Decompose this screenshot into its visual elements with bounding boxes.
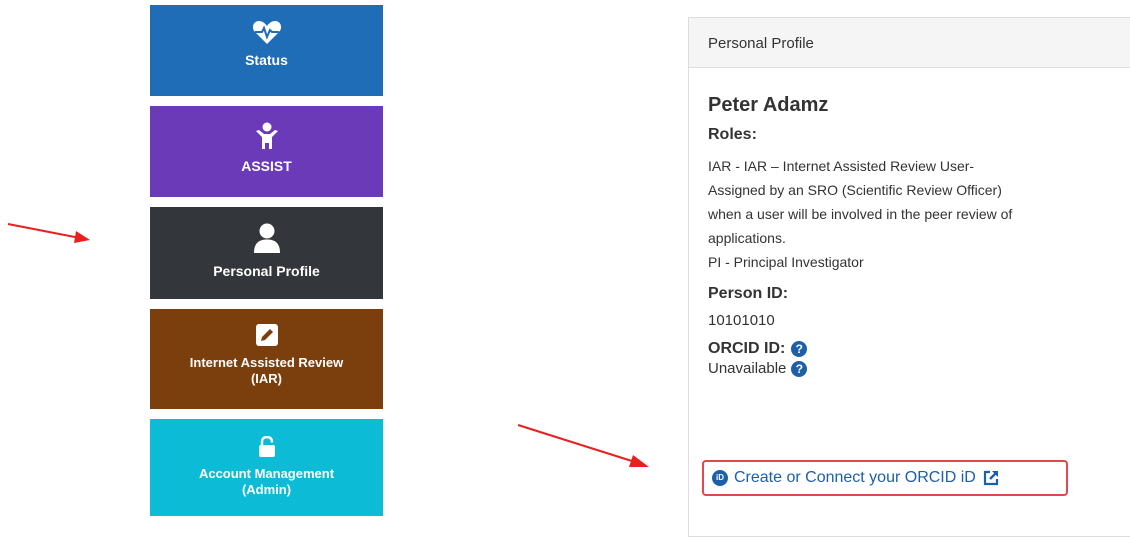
external-link-icon (983, 470, 998, 486)
orcid-id-icon: iD (712, 470, 728, 486)
iar-label-line1: Internet Assisted Review (189, 355, 344, 370)
roles-label: Roles: (708, 126, 757, 143)
panel-body: Peter Adamz Roles: IAR - IAR – Internet … (689, 94, 1130, 377)
role-line: PI - Principal Investigator (708, 254, 864, 270)
annotation-arrow-right (517, 424, 649, 467)
person-id-label: Person ID: (708, 285, 789, 302)
panel-header: Personal Profile (689, 18, 1130, 68)
roles-text: IAR - IAR – Internet Assisted Review Use… (708, 154, 1078, 274)
role-line: IAR - IAR – Internet Assisted Review Use… (708, 158, 975, 174)
person-id-value: 10101010 (708, 312, 775, 329)
heart-pulse-icon (252, 21, 281, 44)
status-label: Status (245, 52, 288, 68)
role-line: when a user will be involved in the peer… (708, 206, 1013, 222)
user-icon (253, 223, 280, 253)
role-line: Assigned by an SRO (Scientific Review Of… (708, 182, 1002, 198)
iar-tile[interactable]: Internet Assisted Review (IAR) (150, 309, 383, 409)
unlock-icon (258, 436, 275, 457)
role-line: applications. (708, 230, 786, 246)
assist-label: ASSIST (241, 158, 292, 174)
status-tile[interactable]: Status (150, 5, 383, 96)
orcid-id-row: ORCID ID: ? (708, 340, 1130, 358)
pencil-square-icon (255, 324, 278, 346)
orcid-connect-link[interactable]: iD Create or Connect your ORCID iD (702, 460, 1068, 496)
orcid-id-label: ORCID ID: (708, 340, 786, 357)
personal-profile-label: Personal Profile (213, 263, 320, 279)
orcid-connect-label: Create or Connect your ORCID iD (734, 469, 976, 486)
question-circle-icon[interactable]: ? (791, 360, 808, 377)
child-icon (255, 122, 278, 149)
personal-profile-panel: Personal Profile Peter Adamz Roles: IAR … (688, 17, 1130, 537)
annotation-arrow-left (7, 223, 90, 243)
assist-tile[interactable]: ASSIST (150, 106, 383, 197)
account-management-tile[interactable]: Account Management (Admin) (150, 419, 383, 516)
personal-profile-tile[interactable]: Personal Profile (150, 207, 383, 299)
user-name: Peter Adamz (708, 94, 829, 116)
iar-label-line2: (IAR) (250, 371, 283, 386)
orcid-status-row: Unavailable ? (708, 360, 1130, 377)
orcid-status: Unavailable (708, 360, 787, 377)
account-label-line2: (Admin) (241, 482, 292, 497)
account-label-line1: Account Management (198, 466, 335, 481)
question-circle-icon[interactable]: ? (791, 341, 808, 357)
